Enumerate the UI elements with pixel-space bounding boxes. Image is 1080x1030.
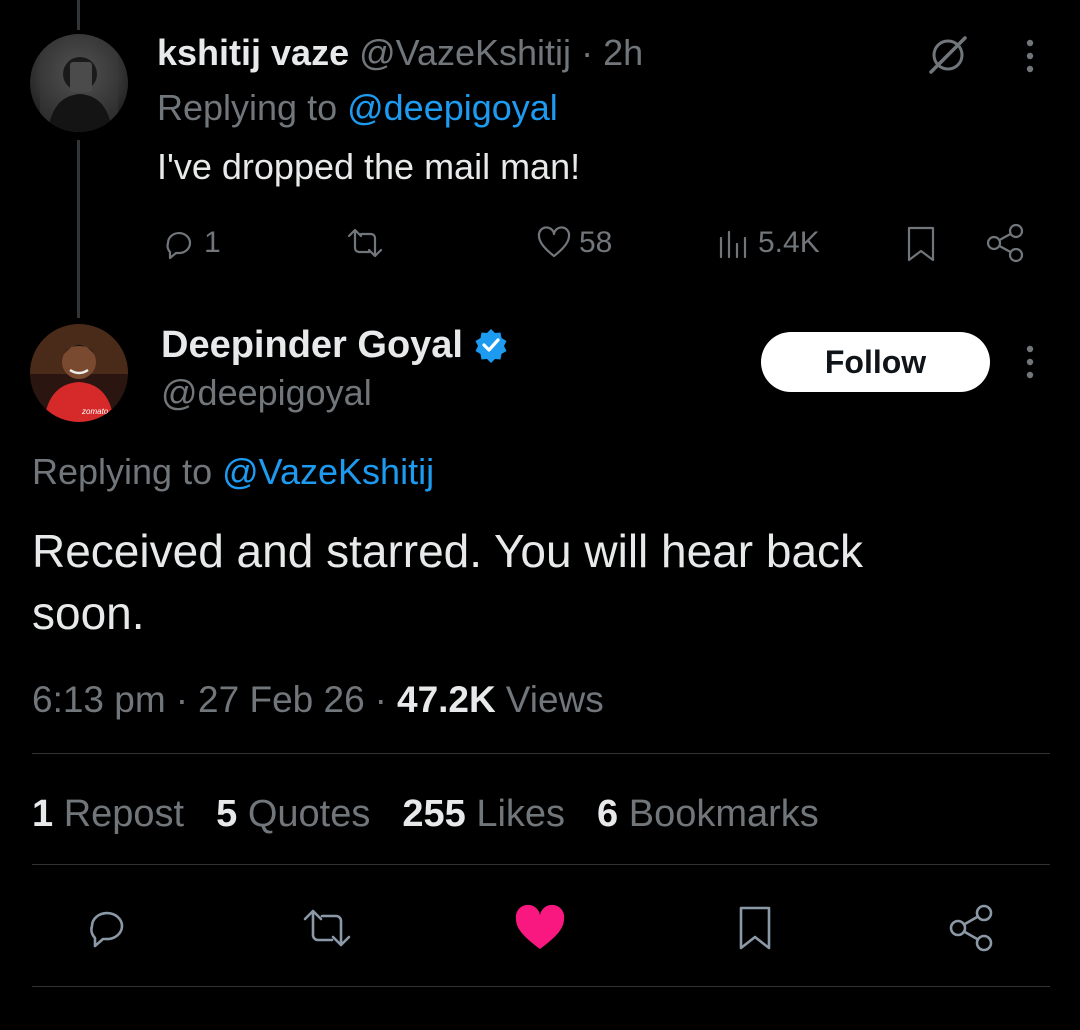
tweet-text-line-2: soon.: [32, 587, 145, 639]
bar-chart-icon: [716, 224, 752, 262]
heart-icon: [535, 224, 573, 262]
divider-bottom: [32, 864, 1050, 865]
replying-to-link[interactable]: @VazeKshitij: [222, 451, 434, 493]
author-name-row: Deepinder Goyal: [161, 322, 509, 368]
meta-separator: ·: [374, 679, 387, 720]
like-count: 58: [579, 226, 613, 259]
stat-quotes[interactable]: 5 Quotes: [216, 793, 370, 836]
verified-badge-icon[interactable]: [473, 327, 509, 363]
share-icon[interactable]: [944, 902, 998, 954]
stat-label: Likes: [476, 792, 566, 835]
follow-button[interactable]: Follow: [761, 332, 990, 392]
views-count: 47.2K: [397, 679, 496, 720]
bookmark-icon[interactable]: [733, 903, 777, 953]
reply-header: kshitij vaze @VazeKshitij · 2h: [157, 30, 643, 76]
reply-action[interactable]: 1: [160, 222, 221, 264]
bookmark-icon[interactable]: [903, 224, 939, 264]
stat-label: Repost: [63, 792, 185, 835]
share-icon[interactable]: [983, 222, 1027, 264]
grok-icon[interactable]: [925, 32, 971, 78]
views-label: Views: [505, 679, 604, 720]
tweet-text: Received and starred. You will hear back…: [32, 520, 863, 644]
engagement-stats: 1 Repost 5 Quotes 255 Likes 6 Bookmarks: [32, 788, 819, 840]
comment-icon: [160, 224, 198, 262]
divider-bottom-edge: [32, 986, 1050, 987]
views-count: 5.4K: [758, 226, 820, 259]
tweet-text-line-1: Received and starred. You will hear back: [32, 525, 864, 577]
stat-count: 255: [402, 792, 466, 835]
repost-icon[interactable]: [298, 904, 356, 952]
thread-line-top: [77, 0, 80, 30]
stat-bookmarks[interactable]: 6 Bookmarks: [597, 793, 819, 836]
tweet-time[interactable]: 6:13 pm: [32, 679, 166, 721]
author-handle[interactable]: @deepigoyal: [161, 372, 372, 414]
avatar-kshitij[interactable]: [30, 34, 128, 132]
replying-prefix: Replying to: [157, 87, 338, 128]
views-action[interactable]: 5.4K: [716, 222, 820, 264]
replying-to-line: Replying to @deepigoyal: [157, 86, 558, 130]
stat-reposts[interactable]: 1 Repost: [32, 793, 184, 836]
replying-prefix: Replying to: [32, 451, 213, 492]
author-name[interactable]: Deepinder Goyal: [161, 324, 463, 367]
stat-label: Quotes: [247, 792, 371, 835]
author-name[interactable]: kshitij vaze: [157, 32, 349, 74]
repost-action[interactable]: [343, 222, 387, 264]
tweet-time[interactable]: 2h: [603, 32, 643, 74]
meta-separator: ·: [581, 32, 594, 73]
tweet-date[interactable]: 27 Feb 26: [198, 679, 365, 721]
meta-separator: ·: [175, 679, 189, 720]
stat-label: Bookmarks: [628, 792, 819, 835]
heart-icon[interactable]: [513, 903, 567, 953]
avatar-deepinder[interactable]: zomato: [30, 324, 128, 422]
stat-count: 5: [216, 792, 238, 835]
repost-icon: [343, 224, 387, 262]
thread-line-middle: [77, 140, 80, 318]
tweet-timestamp-row: 6:13 pm · 27 Feb 26 · 47.2K Views: [32, 676, 604, 724]
more-vertical-icon[interactable]: [1016, 344, 1044, 380]
replying-to-link[interactable]: @deepigoyal: [347, 87, 558, 129]
like-action[interactable]: 58: [535, 222, 612, 264]
more-vertical-icon[interactable]: [1016, 38, 1044, 74]
tweet-text: I've dropped the mail man!: [157, 146, 581, 187]
reply-count: 1: [204, 226, 221, 259]
svg-text:zomato: zomato: [81, 407, 109, 416]
stat-likes[interactable]: 255 Likes: [402, 793, 565, 836]
stat-count: 6: [597, 792, 619, 835]
stat-count: 1: [32, 792, 54, 835]
comment-icon[interactable]: [82, 902, 132, 952]
author-handle[interactable]: @VazeKshitij: [359, 32, 571, 74]
replying-to-line: Replying to @VazeKshitij: [32, 450, 434, 494]
divider-top: [32, 753, 1050, 754]
